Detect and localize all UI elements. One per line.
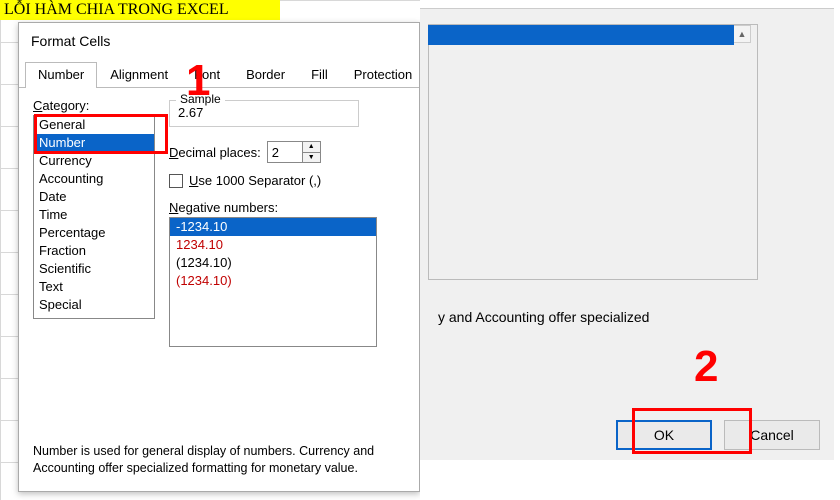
tab-fill[interactable]: Fill (298, 62, 341, 88)
tab-font[interactable]: Font (181, 62, 233, 88)
negative-item-0[interactable]: -1234.10 (170, 218, 376, 236)
category-item-accounting[interactable]: Accounting (34, 170, 154, 188)
category-item-percentage[interactable]: Percentage (34, 224, 154, 242)
spinner-down-icon[interactable]: ▼ (303, 153, 320, 163)
negative-item-3[interactable]: (1234.10) (170, 272, 376, 290)
category-item-general[interactable]: General (34, 116, 154, 134)
category-item-scientific[interactable]: Scientific (34, 260, 154, 278)
use-separator-row[interactable]: Use 1000 Separator (,) (169, 173, 405, 188)
scroll-up-icon[interactable]: ▲ (733, 25, 751, 43)
negative-numbers-label: Negative numbers: (169, 200, 405, 215)
preview-selection (428, 25, 734, 45)
decimal-places-input[interactable] (268, 142, 302, 162)
sample-label: Sample (176, 92, 225, 106)
category-item-fraction[interactable]: Fraction (34, 242, 154, 260)
dialog-title: Format Cells (19, 23, 419, 55)
category-item-currency[interactable]: Currency (34, 152, 154, 170)
cancel-button[interactable]: Cancel (724, 420, 820, 450)
sample-value: 2.67 (178, 105, 350, 120)
decimal-places-spinner[interactable]: ▲ ▼ (267, 141, 321, 163)
spinner-up-icon[interactable]: ▲ (303, 142, 320, 153)
tab-protection[interactable]: Protection (341, 62, 426, 88)
negative-item-2[interactable]: (1234.10) (170, 254, 376, 272)
help-text-fragment: y and Accounting offer specialized (438, 309, 822, 325)
sample-box: Sample 2.67 (169, 100, 359, 127)
format-cells-dialog: Format Cells Number Alignment Font Borde… (18, 22, 420, 492)
tab-border[interactable]: Border (233, 62, 298, 88)
category-item-text[interactable]: Text (34, 278, 154, 296)
category-item-number[interactable]: Number (34, 134, 154, 152)
right-panel: ▲ y and Accounting offer specialized OK … (420, 0, 840, 500)
category-label: Category: (33, 98, 155, 113)
category-item-date[interactable]: Date (34, 188, 154, 206)
category-list[interactable]: General Number Currency Accounting Date … (33, 115, 155, 319)
negative-item-1[interactable]: 1234.10 (170, 236, 376, 254)
tab-number[interactable]: Number (25, 62, 97, 88)
ok-button[interactable]: OK (616, 420, 712, 450)
negative-numbers-list[interactable]: -1234.10 1234.10 (1234.10) (1234.10) (169, 217, 377, 347)
decimal-places-label: Decimal places: (169, 145, 261, 160)
category-item-time[interactable]: Time (34, 206, 154, 224)
category-item-special[interactable]: Special (34, 296, 154, 314)
tab-alignment[interactable]: Alignment (97, 62, 181, 88)
preview-box: ▲ (428, 24, 758, 280)
format-description: Number is used for general display of nu… (33, 443, 405, 477)
category-item-custom[interactable]: Custom (34, 314, 154, 319)
sheet-title-cell: LỖI HÀM CHIA TRONG EXCEL (0, 0, 280, 20)
use-separator-label: Use 1000 Separator (,) (189, 173, 321, 188)
use-separator-checkbox[interactable] (169, 174, 183, 188)
dialog-tabstrip: Number Alignment Font Border Fill Protec… (19, 55, 419, 88)
